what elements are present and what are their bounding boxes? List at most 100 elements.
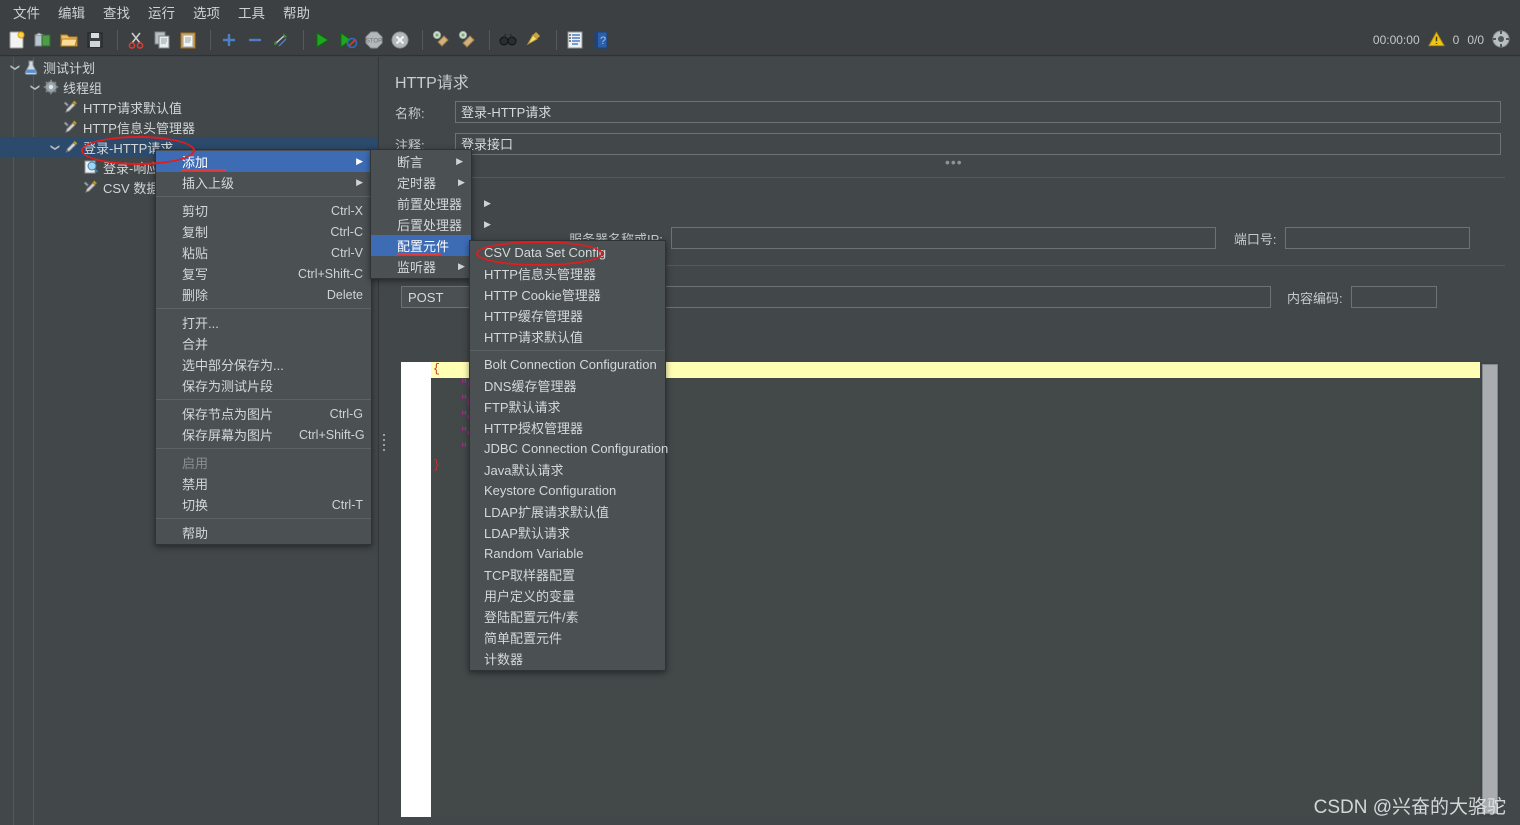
new-file-icon[interactable] xyxy=(6,29,28,51)
toggle-icon[interactable] xyxy=(270,29,292,51)
menu-item-label: HTTP Cookie管理器 xyxy=(484,288,601,303)
menu-item-10[interactable]: 合并 xyxy=(156,333,371,354)
comment-input[interactable]: 登录接口 xyxy=(455,133,1501,155)
function-helper-icon[interactable] xyxy=(564,29,586,51)
reset-search-icon[interactable] xyxy=(523,29,545,51)
config-menu-item-19[interactable]: 简单配置元件 xyxy=(470,627,665,648)
clear-icon[interactable] xyxy=(430,29,452,51)
path-input[interactable]: /login xyxy=(591,286,1271,308)
toolbar-separator xyxy=(117,29,118,50)
menu-item-11[interactable]: 选中部分保存为... xyxy=(156,354,371,375)
config-menu-item-15[interactable]: Random Variable xyxy=(470,543,665,564)
menu-item-4[interactable]: 配置元件▶ xyxy=(371,235,478,256)
tree-context-menu[interactable]: 添加 ▶ 插入上级 ▶ 剪切 Ctrl-X 复制 Ctrl-C 粘贴 Ctrl-V 复写 Ctrl+S… xyxy=(155,149,372,545)
menu-item-21[interactable]: 帮助 xyxy=(156,522,371,543)
config-menu-item-0[interactable]: CSV Data Set Config xyxy=(470,242,665,263)
menu-item-14[interactable]: 保存节点为图片 Ctrl-G xyxy=(156,403,371,424)
copy-icon[interactable] xyxy=(151,29,173,51)
tree-node-0[interactable]: ❯ 测试计划 xyxy=(0,57,377,77)
encoding-input[interactable] xyxy=(1350,286,1437,308)
menu-item-2[interactable]: 前置处理器 ▶ xyxy=(371,193,491,214)
menu-6[interactable]: 帮助 xyxy=(274,0,319,25)
expand-all-icon[interactable] xyxy=(218,29,240,51)
config-menu-item-3[interactable]: HTTP缓存管理器 xyxy=(470,305,665,326)
panel-split-handle[interactable] xyxy=(380,425,388,459)
menu-item-1[interactable]: 插入上级 ▶ xyxy=(156,172,371,193)
save-icon[interactable] xyxy=(84,29,106,51)
config-menu-item-13[interactable]: LDAP扩展请求默认值 xyxy=(470,501,665,522)
menu-item-15[interactable]: 保存屏幕为图片 Ctrl+Shift-G xyxy=(156,424,371,445)
tree-node-3[interactable]: HTTP信息头管理器 xyxy=(0,117,377,137)
server-input[interactable] xyxy=(670,227,1216,249)
name-input[interactable]: 登录-HTTP请求 xyxy=(455,101,1501,123)
config-menu-item-4[interactable]: HTTP请求默认值 xyxy=(470,326,665,347)
chevron-right-icon: ▶ xyxy=(356,156,363,166)
menu-3[interactable]: 运行 xyxy=(139,0,184,25)
config-menu-item-2[interactable]: HTTP Cookie管理器 xyxy=(470,284,665,305)
port-input[interactable] xyxy=(1284,227,1470,249)
templates-icon[interactable] xyxy=(32,29,54,51)
chevron-down-icon[interactable]: ❯ xyxy=(30,80,41,94)
tree-node-1[interactable]: ❯ 线程组 xyxy=(0,77,377,97)
start-no-pause-icon[interactable] xyxy=(337,29,359,51)
config-menu-item-14[interactable]: LDAP默认请求 xyxy=(470,522,665,543)
stop-icon[interactable]: STOP xyxy=(363,29,385,51)
clear-all-icon[interactable] xyxy=(456,29,478,51)
menu-item-label: 登陆配置元件/素 xyxy=(484,610,579,625)
config-menu-item-1[interactable]: HTTP信息头管理器 xyxy=(470,263,665,284)
paste-icon[interactable] xyxy=(177,29,199,51)
search-icon[interactable] xyxy=(497,29,519,51)
menu-4[interactable]: 选项 xyxy=(184,0,229,25)
open-folder-icon[interactable] xyxy=(58,29,80,51)
menu-item-4[interactable]: 复制 Ctrl-C xyxy=(156,221,371,242)
tree-node-2[interactable]: HTTP请求默认值 xyxy=(0,97,377,117)
cut-icon[interactable] xyxy=(125,29,147,51)
menu-item-label: 保存屏幕为图片 xyxy=(182,428,274,443)
menu-item-accelerator: Ctrl+Shift-C xyxy=(298,266,363,281)
editor-vertical-scrollbar[interactable] xyxy=(1480,362,1500,817)
menu-1[interactable]: 编辑 xyxy=(49,0,94,25)
config-menu-item-11[interactable]: Java默认请求 xyxy=(470,459,665,480)
chevron-right-icon: ▶ xyxy=(484,219,491,229)
menu-item-5[interactable]: 监听器 ▶ xyxy=(371,256,471,277)
menu-0[interactable]: 文件 xyxy=(4,0,49,25)
menu-item-6[interactable]: 复写 Ctrl+Shift-C xyxy=(156,263,371,284)
collapse-all-icon[interactable] xyxy=(244,29,266,51)
config-menu-item-20[interactable]: 计数器 xyxy=(470,648,665,669)
warning-icon[interactable] xyxy=(1427,30,1445,50)
config-menu-item-6[interactable]: Bolt Connection Configuration xyxy=(470,354,665,375)
config-menu-item-12[interactable]: Keystore Configuration xyxy=(470,480,665,501)
help-icon[interactable]: ? xyxy=(590,29,612,51)
menu-item-1[interactable]: 定时器 ▶ xyxy=(371,172,471,193)
chevron-down-icon[interactable]: ❯ xyxy=(50,140,61,154)
menu-item-7[interactable]: 删除 Delete xyxy=(156,284,371,305)
add-submenu[interactable]: 断言 ▶ 定时器 ▶ 前置处理器 ▶ 后置处理器 ▶ 配置元件▶ 监听器 ▶ xyxy=(370,149,491,279)
editor-scroll-thumb[interactable] xyxy=(1482,364,1498,814)
config-menu-item-9[interactable]: HTTP授权管理器 xyxy=(470,417,665,438)
start-icon[interactable] xyxy=(311,29,333,51)
menu-item-17[interactable]: 启用 xyxy=(156,452,371,473)
config-menu-item-16[interactable]: TCP取样器配置 xyxy=(470,564,665,585)
toolbar-separator xyxy=(422,29,423,50)
config-menu-item-18[interactable]: 登陆配置元件/素 xyxy=(470,606,665,627)
menu-item-12[interactable]: 保存为测试片段 xyxy=(156,375,371,396)
menu-item-18[interactable]: 禁用 xyxy=(156,473,371,494)
shutdown-icon[interactable] xyxy=(389,29,411,51)
menu-item-0[interactable]: 断言 ▶ xyxy=(371,151,471,172)
config-menu-item-10[interactable]: JDBC Connection Configuration xyxy=(470,438,668,459)
menu-item-0[interactable]: 添加 ▶ xyxy=(156,151,371,172)
config-element-submenu[interactable]: CSV Data Set Config HTTP信息头管理器 HTTP Cookie… xyxy=(469,240,668,671)
config-menu-item-17[interactable]: 用户定义的变量 xyxy=(470,585,665,606)
more-options-dots[interactable]: ••• xyxy=(945,154,963,170)
menu-2[interactable]: 查找 xyxy=(94,0,139,25)
menu-5[interactable]: 工具 xyxy=(229,0,274,25)
menu-item-19[interactable]: 切换 Ctrl-T xyxy=(156,494,371,515)
config-menu-item-7[interactable]: DNS缓存管理器 xyxy=(470,375,665,396)
toolbar-separator xyxy=(210,29,211,50)
menu-item-9[interactable]: 打开... xyxy=(156,312,371,333)
chevron-down-icon[interactable]: ❯ xyxy=(10,60,21,74)
menu-item-3[interactable]: 后置处理器 ▶ xyxy=(371,214,491,235)
menu-item-3[interactable]: 剪切 Ctrl-X xyxy=(156,200,371,221)
config-menu-item-8[interactable]: FTP默认请求 xyxy=(470,396,665,417)
menu-item-5[interactable]: 粘贴 Ctrl-V xyxy=(156,242,371,263)
